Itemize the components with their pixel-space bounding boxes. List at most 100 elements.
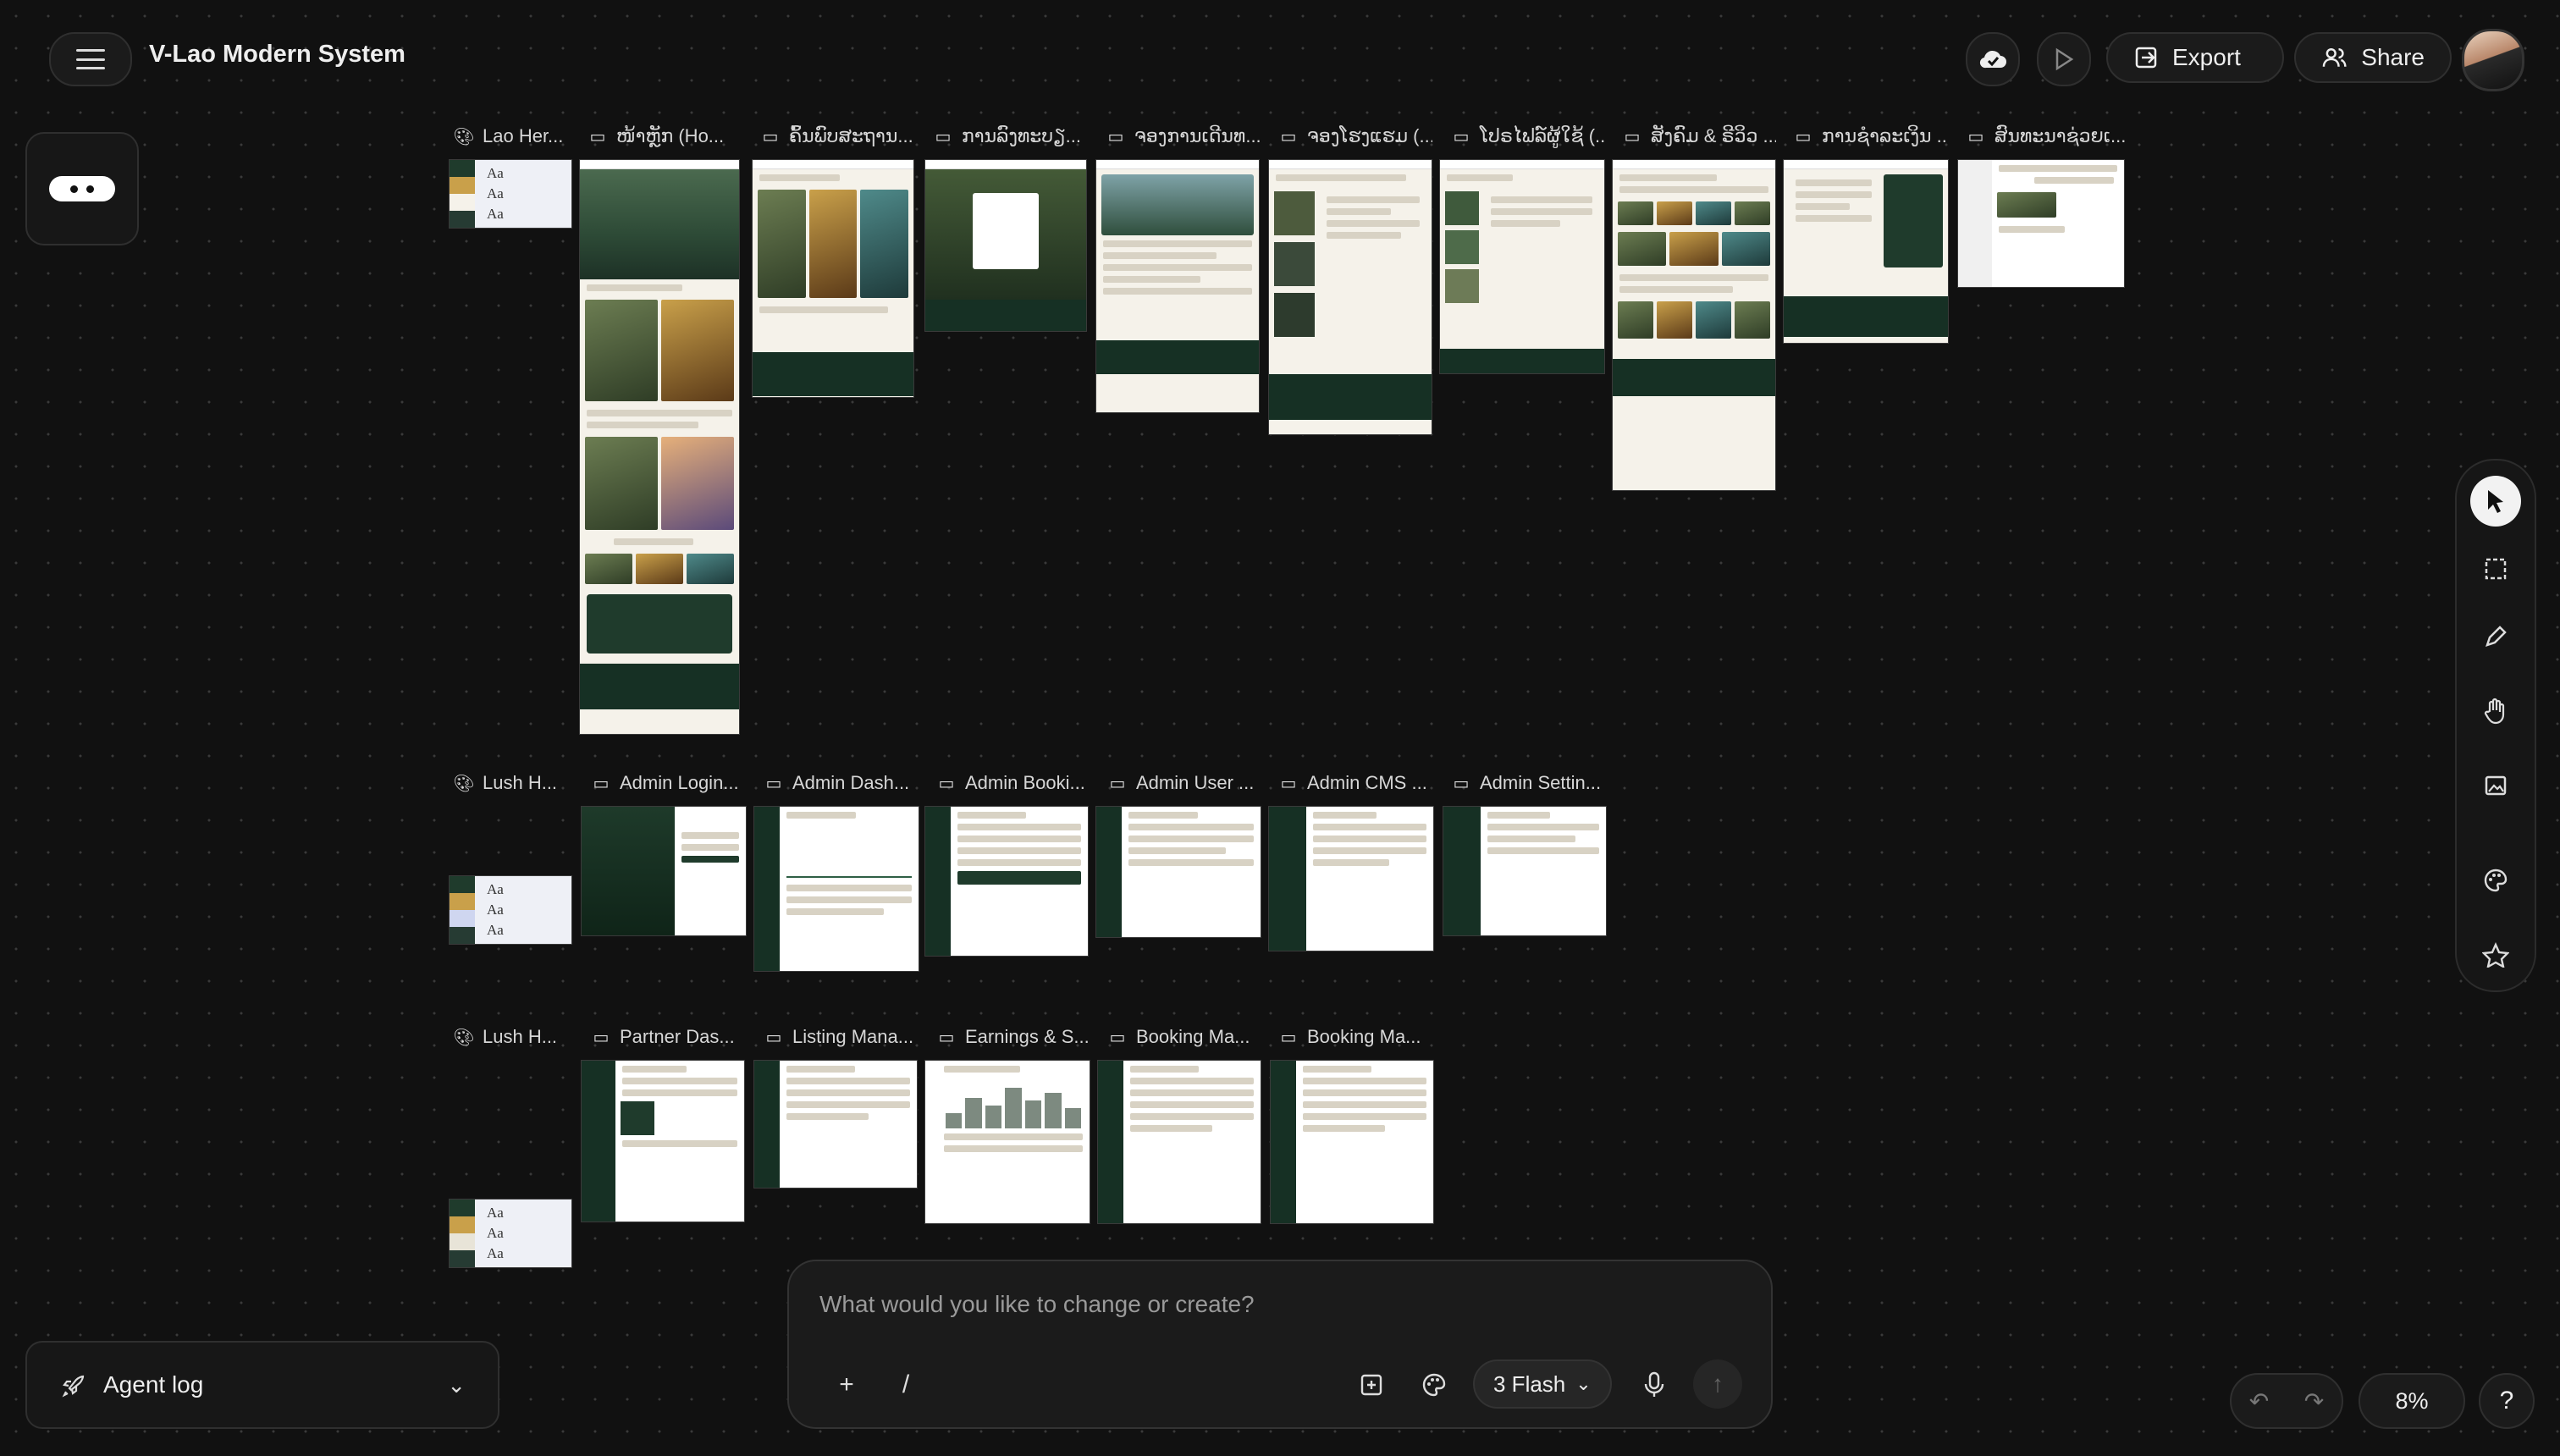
frame-label-design-system-2[interactable]: 🎨︎ Lush H... <box>454 770 574 796</box>
prompt-composer: + / 3 Flash ⌄ ↑ <box>787 1260 1773 1429</box>
chevron-down-icon: ⌄ <box>1575 1373 1592 1394</box>
export-button[interactable]: Export <box>2106 32 2284 83</box>
frame-admin-users[interactable] <box>1095 806 1261 938</box>
hamburger-icon <box>76 49 105 69</box>
share-button[interactable]: Share <box>2294 32 2452 83</box>
project-title: V-Lao Modern System <box>149 41 406 68</box>
undo-button[interactable]: ↶ <box>2249 1387 2269 1415</box>
send-button[interactable]: ↑ <box>1693 1359 1742 1409</box>
frame-label-admin-users[interactable]: ▭ Admin User ... <box>1107 770 1261 796</box>
frame-label-listing-management[interactable]: ▭ Listing Mana... <box>764 1024 918 1050</box>
screen-icon: ▭ <box>1453 774 1470 793</box>
theme-button[interactable] <box>1410 1361 1458 1409</box>
frame-label-register[interactable]: ▭ ການລົງທະບຽ... <box>933 124 1087 149</box>
frame-label-booking-management-1[interactable]: ▭ Booking Ma... <box>1107 1024 1261 1050</box>
frame-booking-management-2[interactable] <box>1270 1060 1434 1224</box>
plus-icon: + <box>839 1371 854 1398</box>
theme-tool[interactable] <box>2470 855 2521 906</box>
frame-book-hotel[interactable] <box>1268 159 1432 435</box>
frame-label-user-profile[interactable]: ▭ ໂປຣໄຟລ໌ຜູ້ໃຊ້ (... <box>1451 124 1605 149</box>
frame-support-chat[interactable] <box>1957 159 2125 288</box>
agent-log-label: Agent log <box>103 1371 204 1398</box>
frame-label-booking-management-2[interactable]: ▭ Booking Ma... <box>1278 1024 1432 1050</box>
chevron-down-icon: ⌄ <box>447 1371 466 1398</box>
frame-label-support-chat[interactable]: ▭ ສົນທະນາຊ່ວຍເ... <box>1966 124 2127 149</box>
frame-label-admin-settings[interactable]: ▭ Admin Settin... <box>1451 770 1605 796</box>
image-icon <box>2485 775 2507 796</box>
type-sample: Aa <box>487 1225 504 1241</box>
screen-icon: ▭ <box>593 1028 610 1047</box>
rocket-icon <box>62 1375 85 1398</box>
hand-icon <box>2484 698 2505 725</box>
frame-user-profile[interactable] <box>1439 159 1605 374</box>
frame-label-earnings[interactable]: ▭ Earnings & S... <box>936 1024 1090 1050</box>
screen-icon: ▭ <box>593 774 610 793</box>
frame-label-admin-dashboard[interactable]: ▭ Admin Dash... <box>764 770 918 796</box>
frame-label-admin-cms[interactable]: ▭ Admin CMS ... <box>1278 770 1432 796</box>
frame-admin-login[interactable] <box>581 806 747 936</box>
draw-tool[interactable] <box>2470 611 2521 662</box>
model-selector[interactable]: 3 Flash ⌄ <box>1473 1359 1612 1409</box>
frame-label-home[interactable]: ▭ ໜ້າຫຼັກ (Ho... <box>588 124 742 149</box>
frame-home[interactable] <box>579 159 740 735</box>
frame-admin-dashboard[interactable] <box>753 806 919 972</box>
frame-label-design-system-3[interactable]: 🎨︎ Lush H... <box>454 1024 574 1050</box>
frame-label-explore[interactable]: ▭ ຄົ້ນພົບສະຖານ... <box>760 124 914 149</box>
frame-payment[interactable] <box>1783 159 1949 344</box>
help-button[interactable]: ? <box>2479 1373 2535 1429</box>
sync-status-button[interactable] <box>1966 32 2020 86</box>
redo-button[interactable]: ↷ <box>2304 1387 2324 1415</box>
palette-icon: 🎨︎ <box>454 1028 475 1047</box>
frame-register[interactable] <box>924 159 1087 332</box>
add-attachment-button[interactable]: + <box>823 1361 870 1409</box>
frame-social-reviews[interactable] <box>1612 159 1776 491</box>
design-system-frame-3[interactable]: Aa Aa Aa <box>449 1199 572 1268</box>
frame-listing-management[interactable] <box>753 1060 918 1189</box>
user-avatar[interactable] <box>2462 29 2524 91</box>
export-icon <box>2135 47 2157 69</box>
frame-book-travel[interactable] <box>1095 159 1260 413</box>
frame-admin-bookings[interactable] <box>924 806 1089 957</box>
frame-admin-cms[interactable] <box>1268 806 1434 951</box>
prompt-input[interactable] <box>818 1280 1668 1329</box>
design-system-frame-2[interactable]: Aa Aa Aa <box>449 875 572 945</box>
image-tool[interactable] <box>2470 760 2521 811</box>
frame-label-admin-login[interactable]: ▭ Admin Login... <box>591 770 747 796</box>
marquee-tool[interactable] <box>2470 543 2521 594</box>
frame-admin-settings[interactable] <box>1443 806 1607 936</box>
add-screen-button[interactable] <box>1348 1361 1395 1409</box>
frame-explore[interactable] <box>752 159 914 398</box>
frame-label-design-system-1[interactable]: 🎨︎ Lao Her... <box>454 124 574 149</box>
pan-tool[interactable] <box>2470 686 2521 736</box>
palette-icon: 🎨︎ <box>454 774 475 793</box>
screen-icon: ▭ <box>1109 1028 1126 1047</box>
screen-icon: ▭ <box>1107 127 1124 146</box>
screen-icon: ▭ <box>935 127 952 146</box>
frame-label-book-hotel[interactable]: ▭ ຈອງໂຮງແຮມ (... <box>1278 124 1432 149</box>
main-menu-button[interactable] <box>49 32 132 86</box>
design-system-frame-1[interactable]: Aa Aa Aa <box>449 159 572 229</box>
screen-icon: ▭ <box>1967 127 1984 146</box>
frame-booking-management-1[interactable] <box>1097 1060 1261 1224</box>
favorites-tool[interactable] <box>2470 929 2521 980</box>
frame-label-social-reviews[interactable]: ▭ ສັງຄົມ & ຣີວິວ ... <box>1622 124 1776 149</box>
palette-icon <box>1422 1373 1446 1397</box>
frame-earnings[interactable] <box>924 1060 1090 1224</box>
palette-icon <box>2484 869 2508 892</box>
frame-label-partner-dashboard[interactable]: ▭ Partner Das... <box>591 1024 745 1050</box>
cursor-icon <box>2488 490 2503 513</box>
voice-input-button[interactable] <box>1630 1361 1678 1409</box>
add-frame-icon <box>1360 1374 1382 1396</box>
frame-partner-dashboard[interactable] <box>581 1060 745 1222</box>
preview-play-button[interactable] <box>2037 32 2091 86</box>
select-tool[interactable] <box>2470 476 2521 527</box>
zoom-level-button[interactable]: 8% <box>2359 1373 2465 1429</box>
frame-label-book-travel[interactable]: ▭ ຈອງການເດີນທ... <box>1106 124 1260 149</box>
agent-log-panel[interactable]: Agent log ⌄ <box>25 1341 499 1429</box>
frame-label-payment[interactable]: ▭ ການຊໍາລະເງິນ ... <box>1793 124 1947 149</box>
slash-commands-button[interactable]: / <box>889 1361 923 1409</box>
frame-label-admin-bookings[interactable]: ▭ Admin Booki... <box>936 770 1090 796</box>
type-sample: Aa <box>487 185 504 201</box>
chat-toggle-button[interactable] <box>25 132 139 245</box>
model-label: 3 Flash <box>1493 1371 1566 1397</box>
